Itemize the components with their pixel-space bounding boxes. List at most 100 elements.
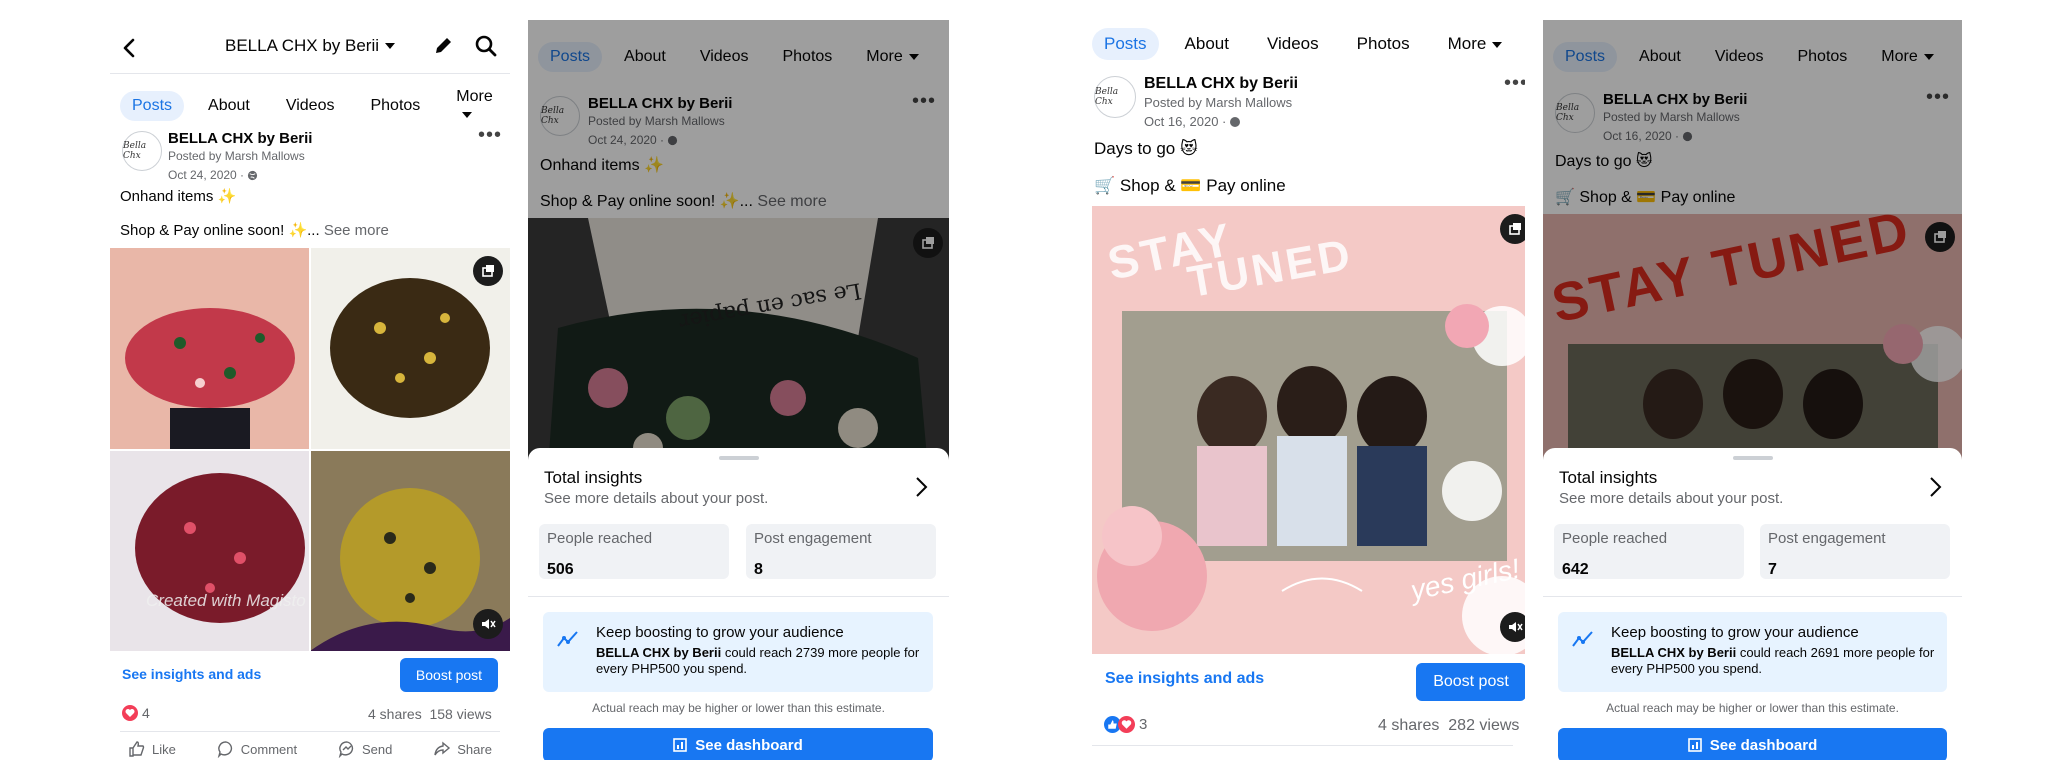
post-text-line2: Shop & Pay online soon! ✨... See more [120, 221, 389, 239]
comment-label: Comment [240, 741, 298, 757]
see-insights-link[interactable]: See insights and ads [122, 666, 261, 682]
tab-more[interactable]: More [1436, 28, 1515, 60]
estimate-note: Actual reach may be higher or lower than… [592, 701, 885, 715]
insights-sheet: Total insights See more details about yo… [528, 448, 949, 760]
love-reaction-icon [1118, 716, 1135, 733]
post-text-line1: Onhand items ✨ [120, 188, 237, 205]
dashboard-icon [673, 738, 688, 752]
like-button[interactable]: Like [128, 740, 176, 758]
shares-count[interactable]: 4 shares [1378, 717, 1439, 734]
reaction-number: 3 [1139, 716, 1148, 733]
reaction-count[interactable]: 4 [122, 705, 150, 721]
avatar[interactable]: Bella Chx [1094, 76, 1136, 118]
send-label: Send [362, 741, 393, 757]
more-dots-icon[interactable]: ••• [1504, 72, 1525, 95]
globe-icon [247, 170, 258, 181]
search-icon[interactable] [475, 35, 497, 57]
see-more-link[interactable]: See more [324, 222, 389, 239]
insights-title[interactable]: Total insights [1559, 468, 1657, 488]
people-reached-card: People reached 642 [1554, 524, 1744, 579]
people-reached-label: People reached [1562, 530, 1668, 547]
chevron-right-icon[interactable] [914, 476, 928, 498]
globe-icon [1229, 116, 1241, 128]
tab-more-label: More [456, 88, 493, 105]
page-title-dropdown[interactable]: BELLA CHX by Berii [225, 36, 396, 56]
panel-page-post-2: Posts About Videos Photos More Bella Chx… [1080, 20, 1525, 760]
tab-photos[interactable]: Photos [1345, 28, 1422, 60]
tab-posts[interactable]: Posts [1092, 28, 1159, 60]
post-text-line2-body: Shop & Pay online soon! ✨... [120, 222, 320, 239]
shares-count[interactable]: 4 shares [368, 706, 422, 722]
panel-insights-sheet-2: Posts About Videos Photos More Bella Chx… [1543, 20, 1962, 760]
panel-page-posts: BELLA CHX by Berii Posts About Videos Ph… [110, 20, 510, 760]
caret-down-icon [385, 43, 396, 49]
boost-post-button[interactable]: Boost post [400, 658, 498, 692]
tab-videos[interactable]: Videos [1255, 28, 1331, 60]
people-reached-label: People reached [547, 530, 653, 547]
mute-icon[interactable] [473, 609, 503, 639]
people-reached-value: 642 [1562, 561, 1589, 578]
panel-insights-sheet: Posts About Videos Photos More Bella Chx… [528, 20, 949, 760]
reaction-count[interactable]: 3 [1104, 716, 1147, 733]
post-date: Oct 16, 2020 · [1144, 112, 1298, 131]
post-engagement-card: Post engagement 8 [746, 524, 936, 579]
boost-title: Keep boosting to grow your audience [1611, 624, 1859, 641]
back-icon[interactable] [122, 38, 136, 58]
pencil-icon[interactable] [432, 35, 454, 57]
tab-about[interactable]: About [196, 91, 262, 121]
tab-videos[interactable]: Videos [274, 91, 347, 121]
tab-posts[interactable]: Posts [120, 91, 185, 121]
avatar[interactable]: Bella Chx [122, 131, 162, 171]
sheet-handle[interactable] [718, 456, 759, 460]
chevron-right-icon[interactable] [1928, 476, 1942, 498]
post-video[interactable]: Created with Magisto [110, 248, 510, 651]
comment-icon [217, 740, 235, 758]
send-button[interactable]: Send [338, 740, 392, 758]
share-button[interactable]: Share [433, 740, 492, 758]
see-insights-link[interactable]: See insights and ads [1105, 670, 1264, 688]
boost-post-button[interactable]: Boost post [1416, 663, 1525, 701]
post-date-text: Oct 24, 2020 · [168, 168, 245, 182]
post-engagement-value: 7 [1768, 561, 1777, 578]
post-text-line2: 🛒 Shop & 💳 Pay online [1094, 176, 1286, 195]
insights-title[interactable]: Total insights [544, 468, 642, 488]
boost-suggestion[interactable]: Keep boosting to grow your audience BELL… [543, 612, 933, 692]
post-engagement-label: Post engagement [754, 530, 872, 547]
share-icon [433, 740, 451, 758]
like-icon [128, 740, 146, 758]
dashboard-icon [1687, 738, 1702, 752]
caret-down-icon [462, 111, 473, 118]
sheet-handle[interactable] [1732, 456, 1773, 460]
send-icon [338, 740, 356, 758]
boost-page-name: BELLA CHX by Berii [596, 645, 722, 660]
like-label: Like [152, 741, 176, 757]
boost-description: BELLA CHX by Berii could reach 2739 more… [596, 645, 926, 677]
post-page-name[interactable]: BELLA CHX by Berii [168, 130, 312, 147]
page-title: BELLA CHX by Berii [225, 36, 380, 55]
see-dashboard-label: See dashboard [1709, 736, 1818, 754]
shares-views: 4 shares 282 views [1378, 717, 1519, 735]
see-dashboard-button[interactable]: See dashboard [543, 728, 933, 760]
page-tabs: Posts About Videos Photos More [1092, 28, 1514, 60]
post-date: Oct 24, 2020 · [168, 166, 312, 185]
post-header: BELLA CHX by Berii Posted by Marsh Mallo… [168, 130, 312, 185]
mute-icon[interactable] [1500, 612, 1525, 642]
post-page-name[interactable]: BELLA CHX by Berii [1144, 75, 1298, 93]
chart-trend-icon [557, 630, 579, 648]
post-header: BELLA CHX by Berii Posted by Marsh Mallo… [1144, 75, 1298, 131]
tab-photos[interactable]: Photos [358, 91, 432, 121]
tab-about[interactable]: About [1173, 28, 1241, 60]
see-dashboard-button[interactable]: See dashboard [1558, 728, 1947, 760]
boost-suggestion[interactable]: Keep boosting to grow your audience BELL… [1558, 612, 1947, 692]
post-date-text: Oct 16, 2020 · [1144, 114, 1227, 129]
comment-button[interactable]: Comment [217, 740, 297, 758]
estimate-note: Actual reach may be higher or lower than… [1606, 701, 1899, 715]
boost-title: Keep boosting to grow your audience [596, 624, 844, 641]
boost-description: BELLA CHX by Berii could reach 2691 more… [1611, 645, 1941, 677]
reaction-number: 4 [142, 705, 150, 721]
shares-views: 4 shares 158 views [368, 706, 492, 722]
more-dots-icon[interactable]: ••• [478, 124, 502, 147]
tab-more[interactable]: More [444, 82, 510, 130]
insights-subtitle: See more details about your post. [544, 490, 769, 507]
post-video[interactable]: STAY TUNED yes girls! [1092, 206, 1525, 654]
